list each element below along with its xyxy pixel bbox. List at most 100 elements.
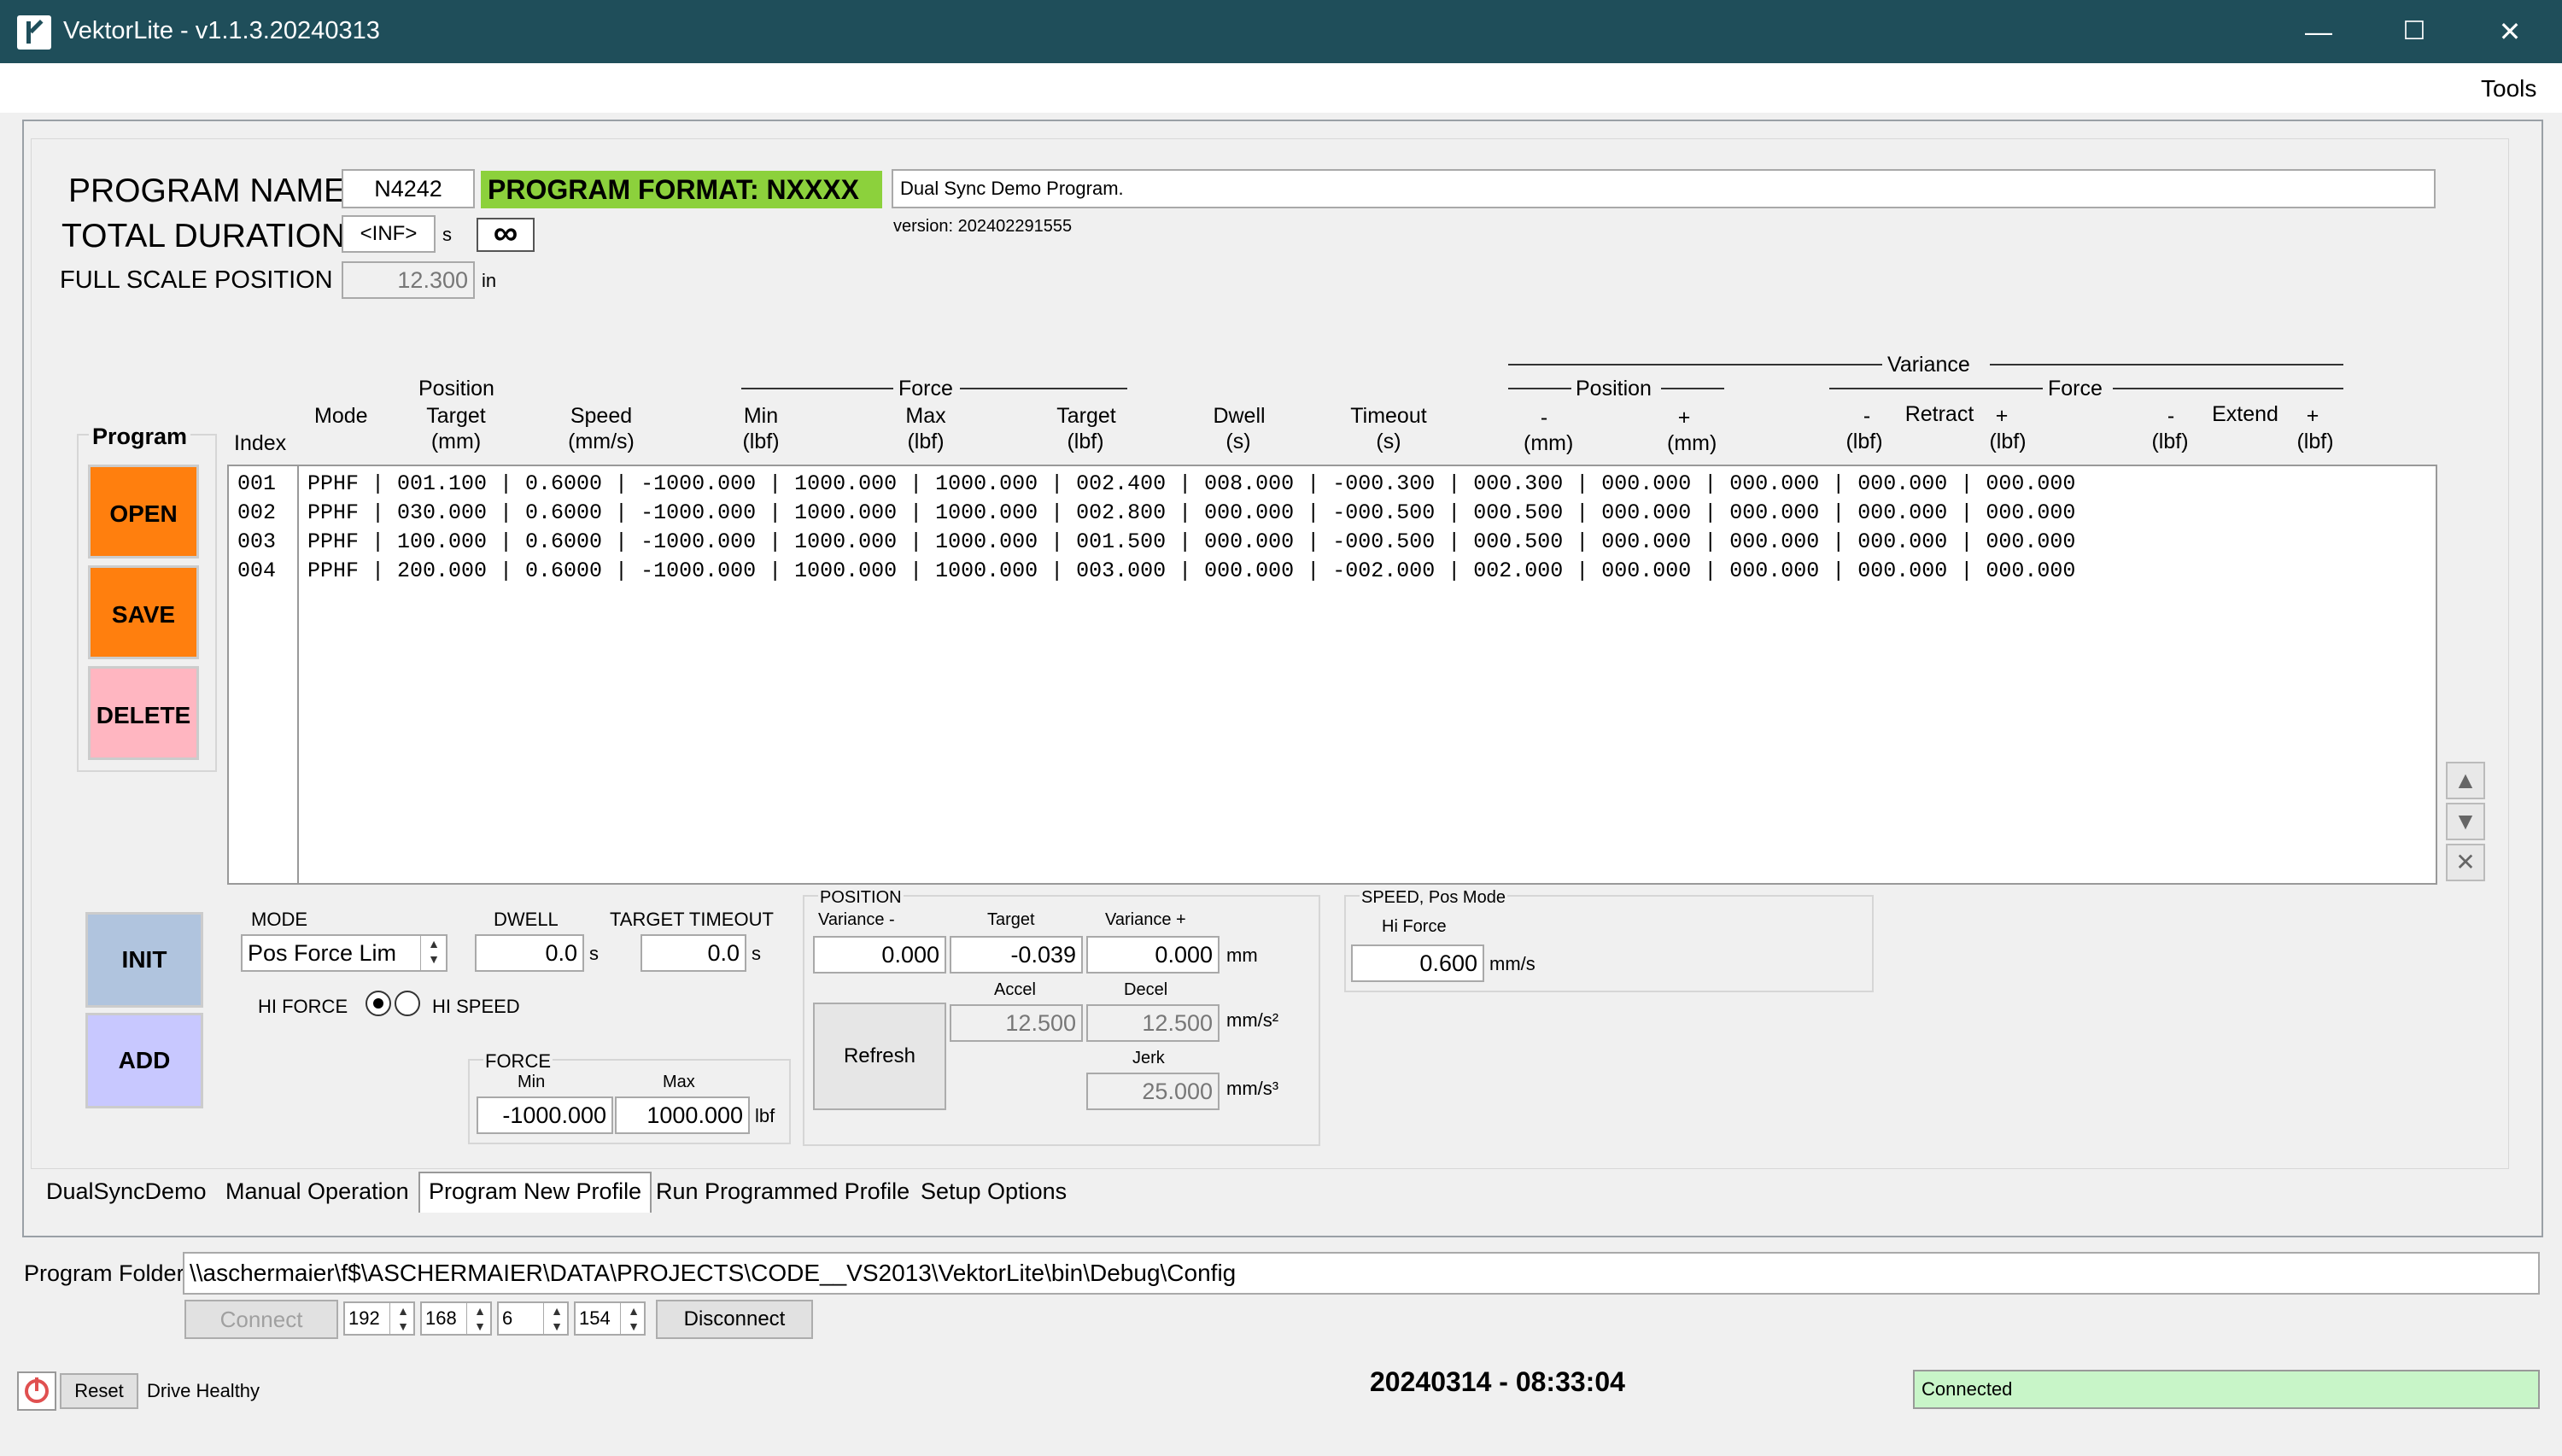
var-position-header: Position (1576, 377, 1652, 401)
table-row-index[interactable]: 002 (237, 499, 276, 528)
open-button[interactable]: OPEN (88, 465, 199, 558)
full-scale-input: 12.300 (342, 261, 475, 299)
force-min-unit-header: (lbf) (742, 430, 780, 453)
force-target-header: Target (1056, 404, 1116, 428)
init-button[interactable]: INIT (85, 912, 203, 1008)
minimize-button[interactable]: — (2272, 0, 2366, 63)
jerk-label: Jerk (1132, 1049, 1165, 1067)
program-folder-input[interactable]: \\aschermaier\f$\ASCHERMAIER\DATA\PROJEC… (183, 1252, 2540, 1295)
ip-octet-2-spin-icon[interactable]: ▲ ▼ (466, 1303, 493, 1334)
save-button[interactable]: SAVE (88, 565, 199, 659)
title-bar (0, 0, 2562, 63)
extend-minus-unit-header: (lbf) (2151, 430, 2189, 453)
move-up-button[interactable]: ▲ (2446, 762, 2485, 799)
variance-line-right (1990, 364, 2343, 365)
extend-plus-header: + (2306, 404, 2319, 428)
description-input[interactable]: Dual Sync Demo Program. (892, 169, 2436, 208)
close-button[interactable]: ✕ (2463, 0, 2557, 63)
tab-manual-operation[interactable]: Manual Operation (217, 1172, 418, 1211)
table-row[interactable]: PPHF | 001.100 | 0.6000 | -1000.000 | 10… (307, 470, 2075, 499)
target-timeout-label: TARGET TIMEOUT (610, 909, 774, 930)
var-pos-plus-unit-header: (mm) (1667, 431, 1717, 455)
total-duration-label: TOTAL DURATION (61, 218, 346, 254)
tab-setup-options[interactable]: Setup Options (912, 1172, 1075, 1211)
timeout-unit-header: (s) (1376, 430, 1401, 453)
reset-button[interactable]: Reset (60, 1373, 138, 1409)
force-max-header: Max (905, 404, 946, 428)
tab-dualsyncdemo[interactable]: DualSyncDemo (38, 1172, 215, 1211)
ip-octet-4-spin-icon[interactable]: ▲ ▼ (620, 1303, 646, 1334)
timestamp: 20240314 - 08:33:04 (1370, 1366, 1625, 1397)
var-pos-plus-header: + (1677, 406, 1691, 430)
program-folder-label: Program Folder (24, 1260, 184, 1286)
hi-force-radio[interactable] (366, 991, 391, 1016)
program-name-label: PROGRAM NAME (68, 172, 347, 209)
table-row-index[interactable]: 003 (237, 528, 276, 557)
menu-bar (0, 63, 2562, 113)
program-name-input[interactable]: N4242 (342, 169, 475, 208)
mode-label: MODE (251, 909, 307, 930)
table-row-index[interactable]: 004 (237, 557, 276, 586)
reset-icon[interactable] (17, 1371, 56, 1411)
disconnect-button[interactable]: Disconnect (656, 1300, 813, 1339)
dwell-label: DWELL (494, 909, 559, 930)
connect-button[interactable]: Connect (184, 1300, 338, 1339)
connection-status: Connected (1913, 1370, 2540, 1409)
position-unit: mm (1226, 944, 1258, 966)
decel-label: Decel (1124, 980, 1168, 999)
tab-program-new-profile[interactable]: Program New Profile (418, 1172, 652, 1213)
target-timeout-input[interactable]: 0.0 (640, 934, 746, 972)
force-max-unit-header: (lbf) (907, 430, 945, 453)
total-duration-input[interactable]: <INF> (342, 215, 436, 253)
jerk-input: 25.000 (1086, 1073, 1220, 1110)
variance-minus-input[interactable]: 0.000 (813, 936, 946, 974)
table-row-index[interactable]: 001 (237, 470, 276, 499)
hi-speed-radio[interactable] (395, 991, 420, 1016)
hi-force-speed-input[interactable]: 0.600 (1351, 944, 1484, 982)
force-min-header: Min (743, 404, 779, 428)
version-label: version: 202402291555 (893, 217, 1073, 236)
variance-plus-input[interactable]: 0.000 (1086, 936, 1220, 974)
jerk-unit: mm/s³ (1226, 1078, 1279, 1099)
retract-plus-unit-header: (lbf) (1989, 430, 2027, 453)
full-scale-label: FULL SCALE POSITION (60, 266, 333, 294)
force-line-right (960, 388, 1127, 389)
var-pos-minus-unit-header: (mm) (1524, 431, 1574, 455)
variance-header: Variance (1887, 353, 1970, 377)
table-row[interactable]: PPHF | 200.000 | 0.6000 | -1000.000 | 10… (307, 557, 2075, 586)
mode-select[interactable]: Pos Force Lim (241, 934, 447, 972)
menu-tools[interactable]: Tools (2481, 75, 2536, 102)
delete-button[interactable]: DELETE (88, 666, 199, 760)
ip-octet-3-spin-icon[interactable]: ▲ ▼ (543, 1303, 570, 1334)
index-header: Index (234, 431, 287, 455)
infinity-toggle-button[interactable]: ∞ (477, 216, 535, 252)
extend-header: Extend (2212, 402, 2278, 426)
tab-run-programmed-profile[interactable]: Run Programmed Profile (647, 1172, 918, 1211)
speed-unit: mm/s (1489, 953, 1535, 974)
table-row[interactable]: PPHF | 030.000 | 0.6000 | -1000.000 | 10… (307, 499, 2075, 528)
accel-label: Accel (994, 980, 1036, 999)
drive-status: Drive Healthy (147, 1380, 260, 1401)
position-group-label: POSITION (818, 888, 904, 908)
decel-input: 12.500 (1086, 1004, 1220, 1042)
dwell-input[interactable]: 0.0 (475, 934, 584, 972)
speed-group-label: SPEED, Pos Mode (1360, 888, 1507, 908)
retract-minus-unit-header: (lbf) (1845, 430, 1883, 453)
ip-octet-1-spin-icon[interactable]: ▲ ▼ (389, 1303, 416, 1334)
force-min-input[interactable]: -1000.000 (477, 1096, 613, 1134)
table-row[interactable]: PPHF | 100.000 | 0.6000 | -1000.000 | 10… (307, 528, 2075, 557)
refresh-button[interactable]: Refresh (813, 1003, 946, 1110)
mode-header: Mode (314, 404, 368, 428)
force-max-input[interactable]: 1000.000 (615, 1096, 750, 1134)
mode-spin-icon[interactable]: ▲ ▼ (420, 936, 447, 970)
target-input[interactable]: -0.039 (950, 936, 1083, 974)
retract-header: Retract (1904, 402, 1974, 426)
variance-plus-label: Variance + (1105, 910, 1186, 929)
move-down-button[interactable]: ▼ (2446, 803, 2485, 840)
speed-unit-header: (mm/s) (568, 430, 635, 453)
add-button[interactable]: ADD (85, 1013, 203, 1108)
clear-row-button[interactable]: ✕ (2446, 844, 2485, 881)
dwell-unit: s (589, 943, 599, 964)
maximize-button[interactable]: ☐ (2367, 0, 2461, 63)
var-position-line-right (1661, 388, 1724, 389)
